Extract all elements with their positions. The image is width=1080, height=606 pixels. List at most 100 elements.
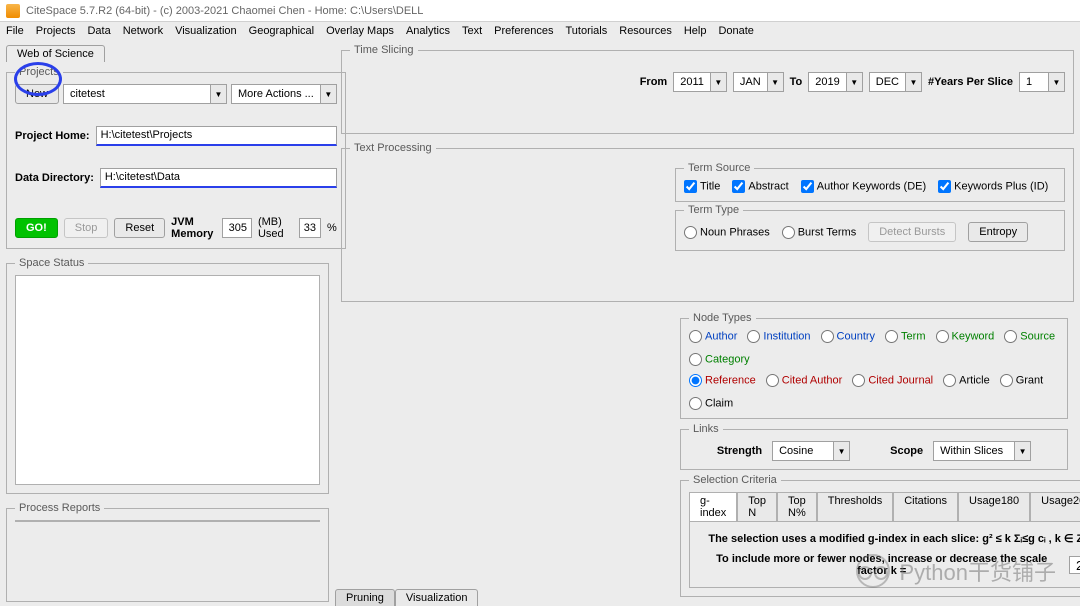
strength-select[interactable]: Cosine▼ xyxy=(772,441,850,461)
cb-keywords-plus[interactable]: Keywords Plus (ID) xyxy=(938,180,1048,193)
sc-line2: To include more or fewer nodes, increase… xyxy=(700,553,1063,577)
to-label: To xyxy=(790,76,803,88)
tab-g-index[interactable]: g-index xyxy=(689,492,737,521)
strength-label: Strength xyxy=(717,445,762,457)
menu-visualization[interactable]: Visualization xyxy=(175,25,237,37)
rb-noun-phrases[interactable]: Noun Phrases xyxy=(684,226,770,239)
term-type-group: Term Type Noun Phrases Burst Terms Detec… xyxy=(675,204,1065,251)
menu-projects[interactable]: Projects xyxy=(36,25,76,37)
left-panel: Web of Science Projects New citetest ▼ M… xyxy=(0,40,335,606)
tab-top-n-pct[interactable]: Top N% xyxy=(777,492,817,521)
jvm-unit: (MB) Used xyxy=(258,216,293,240)
from-year-value: 2011 xyxy=(674,73,710,91)
term-type-legend: Term Type xyxy=(684,204,743,216)
detect-bursts-button: Detect Bursts xyxy=(868,222,956,242)
rb-burst-terms[interactable]: Burst Terms xyxy=(782,226,856,239)
text-processing-group: Text Processing Term Source Title Abstra… xyxy=(341,142,1074,302)
process-reports-legend: Process Reports xyxy=(15,502,104,514)
rb-institution[interactable]: Institution xyxy=(747,330,810,343)
stop-button[interactable]: Stop xyxy=(64,218,109,238)
tab-top-n[interactable]: Top N xyxy=(737,492,777,521)
more-actions-value: More Actions ... xyxy=(232,85,320,103)
chevron-down-icon: ▼ xyxy=(710,73,726,91)
data-directory-input[interactable]: H:\citetest\Data xyxy=(100,168,337,188)
rb-category[interactable]: Category xyxy=(689,353,750,366)
rb-grant[interactable]: Grant xyxy=(1000,374,1044,387)
rb-claim[interactable]: Claim xyxy=(689,397,733,410)
menu-text[interactable]: Text xyxy=(462,25,482,37)
datasource-tabs: Web of Science xyxy=(0,40,335,62)
cb-title[interactable]: Title xyxy=(684,180,720,193)
term-source-group: Term Source Title Abstract Author Keywor… xyxy=(675,162,1065,202)
jvm-value: 305 xyxy=(222,218,252,238)
rb-keyword[interactable]: Keyword xyxy=(936,330,995,343)
project-select-value: citetest xyxy=(64,85,210,103)
cb-author-keywords[interactable]: Author Keywords (DE) xyxy=(801,180,926,193)
to-year-value: 2019 xyxy=(809,73,845,91)
space-status-legend: Space Status xyxy=(15,257,88,269)
menu-help[interactable]: Help xyxy=(684,25,707,37)
from-month-select[interactable]: JAN▼ xyxy=(733,72,784,92)
chevron-down-icon: ▼ xyxy=(833,442,849,460)
tab-visualization-bottom[interactable]: Visualization xyxy=(395,589,479,606)
project-home-label: Project Home: xyxy=(15,130,90,142)
projects-group: Projects New citetest ▼ More Actions ...… xyxy=(6,66,346,249)
tab-web-of-science[interactable]: Web of Science xyxy=(6,45,105,62)
chevron-down-icon: ▼ xyxy=(905,73,921,91)
tab-usage2013[interactable]: Usage2013 xyxy=(1030,492,1080,521)
node-types-legend: Node Types xyxy=(689,312,756,324)
rb-cited-author[interactable]: Cited Author xyxy=(766,374,843,387)
more-actions-select[interactable]: More Actions ... ▼ xyxy=(231,84,337,104)
menu-data[interactable]: Data xyxy=(87,25,110,37)
menu-donate[interactable]: Donate xyxy=(718,25,753,37)
cb-abstract[interactable]: Abstract xyxy=(732,180,788,193)
go-button[interactable]: GO! xyxy=(15,218,58,238)
menu-overlay-maps[interactable]: Overlay Maps xyxy=(326,25,394,37)
scope-select[interactable]: Within Slices▼ xyxy=(933,441,1031,461)
node-types-group: Node Types Author Institution Country Te… xyxy=(680,312,1068,419)
menu-preferences[interactable]: Preferences xyxy=(494,25,553,37)
tab-thresholds[interactable]: Thresholds xyxy=(817,492,893,521)
menu-network[interactable]: Network xyxy=(123,25,163,37)
time-slicing-legend: Time Slicing xyxy=(350,44,418,56)
k-input[interactable] xyxy=(1069,556,1080,574)
reset-button[interactable]: Reset xyxy=(114,218,165,238)
to-month-select[interactable]: DEC▼ xyxy=(869,72,922,92)
rb-cited-journal[interactable]: Cited Journal xyxy=(852,374,933,387)
project-home-input[interactable]: H:\citetest\Projects xyxy=(96,126,337,146)
text-processing-legend: Text Processing xyxy=(350,142,436,154)
menu-analytics[interactable]: Analytics xyxy=(406,25,450,37)
rb-source[interactable]: Source xyxy=(1004,330,1055,343)
window-title: CiteSpace 5.7.R2 (64-bit) - (c) 2003-202… xyxy=(26,5,423,17)
rb-term[interactable]: Term xyxy=(885,330,925,343)
rb-article[interactable]: Article xyxy=(943,374,990,387)
bottom-tabs: Pruning Visualization xyxy=(335,589,478,606)
menu-resources[interactable]: Resources xyxy=(619,25,672,37)
sc-formula: g² ≤ k Σᵢ≤g cᵢ , k ∈ Z⁺ xyxy=(982,533,1080,545)
new-button[interactable]: New xyxy=(15,84,59,104)
data-directory-label: Data Directory: xyxy=(15,172,94,184)
term-source-legend: Term Source xyxy=(684,162,754,174)
years-per-slice-select[interactable]: 1▼ xyxy=(1019,72,1065,92)
from-year-select[interactable]: 2011▼ xyxy=(673,72,727,92)
tab-citations[interactable]: Citations xyxy=(893,492,958,521)
criteria-body: The selection uses a modified g-index in… xyxy=(689,522,1080,588)
menu-tutorials[interactable]: Tutorials xyxy=(565,25,607,37)
right-panel: Time Slicing From 2011▼ JAN▼ To 2019▼ DE… xyxy=(335,40,1080,606)
tab-pruning[interactable]: Pruning xyxy=(335,589,395,606)
from-label: From xyxy=(640,76,668,88)
entropy-button[interactable]: Entropy xyxy=(968,222,1028,242)
space-status-group: Space Status xyxy=(6,257,329,494)
to-year-select[interactable]: 2019▼ xyxy=(808,72,862,92)
rb-country[interactable]: Country xyxy=(821,330,876,343)
scope-value: Within Slices xyxy=(934,442,1014,460)
menu-file[interactable]: File xyxy=(6,25,24,37)
from-month-value: JAN xyxy=(734,73,767,91)
rb-reference[interactable]: Reference xyxy=(689,374,756,387)
links-legend: Links xyxy=(689,423,723,435)
menu-geographical[interactable]: Geographical xyxy=(249,25,314,37)
project-select[interactable]: citetest ▼ xyxy=(63,84,227,104)
links-group: Links Strength Cosine▼ Scope Within Slic… xyxy=(680,423,1068,470)
tab-usage180[interactable]: Usage180 xyxy=(958,492,1030,521)
rb-author[interactable]: Author xyxy=(689,330,737,343)
